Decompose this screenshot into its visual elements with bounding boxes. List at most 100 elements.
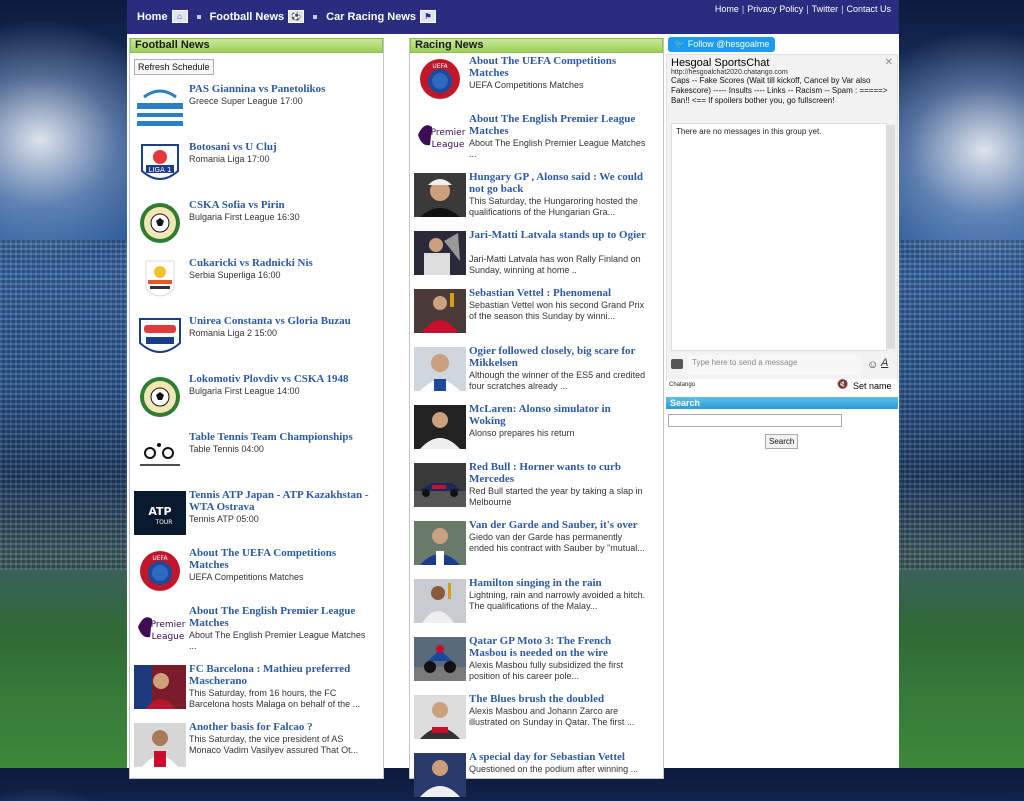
list-item[interactable]: FC Barcelona : Mathieu preferred Mascher… bbox=[134, 663, 374, 713]
svg-text:LIGA 1: LIGA 1 bbox=[149, 166, 172, 174]
list-item[interactable]: UEFA About The UEFA Competitions Matches… bbox=[414, 55, 654, 105]
list-item-title[interactable]: Another basis for Falcao ? bbox=[189, 721, 369, 733]
svg-text:Premier: Premier bbox=[151, 620, 186, 630]
stadium-crowd-left bbox=[0, 240, 130, 570]
list-item[interactable]: Hungary GP , Alonso said : We could not … bbox=[414, 171, 654, 221]
list-item[interactable]: Van der Garde and Sauber, it's over Gied… bbox=[414, 519, 654, 569]
chatango-brand[interactable]: Chatango bbox=[669, 382, 695, 388]
camera-icon[interactable] bbox=[671, 359, 683, 369]
list-item[interactable]: Unirea Constanta vs Gloria Buzau Romania… bbox=[134, 315, 374, 365]
nav-separator bbox=[196, 14, 201, 19]
chat-input-row: Type here to send a message ☺ A bbox=[669, 355, 895, 375]
list-item[interactable]: Another basis for Falcao ? This Saturday… bbox=[134, 721, 374, 771]
list-item-desc: Questioned on the podium after winning .… bbox=[469, 764, 639, 774]
list-item[interactable]: Premier League About The English Premier … bbox=[134, 605, 374, 655]
list-item-desc: This Saturday, from 16 hours, the FC Bar… bbox=[189, 688, 361, 709]
list-item[interactable]: The Blues brush the doubled Alexis Masbo… bbox=[414, 693, 654, 743]
chat-rules: Caps -- Fake Scores (Wait till kickoff, … bbox=[671, 76, 888, 105]
racing-icon: ⚑ bbox=[420, 10, 436, 23]
list-item-desc: Giedo van der Garde has permanently ende… bbox=[469, 532, 645, 553]
twitter-follow-button[interactable]: 🐦 Follow @hesgoalme bbox=[668, 37, 776, 52]
list-item[interactable]: Cukaricki vs Radnicki Nis Serbia Superli… bbox=[134, 257, 374, 307]
list-item[interactable]: McLaren: Alonso simulator in Woking Alon… bbox=[414, 403, 654, 453]
chat-url[interactable]: http://hesgoalchat2020.chatango.com bbox=[667, 69, 897, 76]
list-item[interactable]: UEFA About The UEFA Competitions Matches… bbox=[134, 547, 374, 597]
close-icon[interactable]: ✕ bbox=[885, 57, 893, 68]
list-item-title[interactable]: Table Tennis Team Championships bbox=[189, 431, 369, 443]
twitter-follow-label: Follow @hesgoalme bbox=[687, 39, 770, 49]
svg-text:UEFA: UEFA bbox=[432, 63, 448, 70]
list-item-title[interactable]: Unirea Constanta vs Gloria Buzau bbox=[189, 315, 369, 327]
list-item-desc: Alexis Masbou and Johann Zarco are illus… bbox=[469, 706, 635, 727]
nav-car-racing[interactable]: Car Racing News ⚑ bbox=[326, 10, 436, 23]
list-item-title[interactable]: Van der Garde and Sauber, it's over bbox=[469, 519, 649, 531]
list-item-title[interactable]: Jari-Matti Latvala stands up to Ogier bbox=[469, 229, 649, 241]
list-item-title[interactable]: McLaren: Alonso simulator in Woking bbox=[469, 403, 649, 427]
list-item-title[interactable]: PAS Giannina vs Panetolikos bbox=[189, 83, 369, 95]
premier-league-logo-icon: Premier League bbox=[134, 607, 186, 651]
nav-home[interactable]: Home ⌂ bbox=[137, 10, 188, 23]
list-item-desc: Table Tennis 04:00 bbox=[189, 444, 264, 454]
list-item-desc: Although the winner of the ES5 and credi… bbox=[469, 370, 646, 391]
nav-football[interactable]: Football News ⚽ bbox=[210, 10, 305, 23]
emoji-icon[interactable]: ☺ bbox=[867, 359, 878, 371]
mozzart-superliga-logo-icon bbox=[145, 260, 175, 297]
list-item-title[interactable]: FC Barcelona : Mathieu preferred Mascher… bbox=[189, 663, 369, 687]
link-home[interactable]: Home bbox=[715, 4, 739, 14]
list-item[interactable]: LIGA 1 Botosani vs U Cluj Romania Liga 1… bbox=[134, 141, 374, 191]
list-item[interactable]: Sebastian Vettel : Phenomenal Sebastian … bbox=[414, 287, 654, 337]
football-news-heading: Football News bbox=[130, 38, 383, 53]
list-item-title[interactable]: Lokomotiv Plovdiv vs CSKA 1948 bbox=[189, 373, 369, 385]
list-item-title[interactable]: Botosani vs U Cluj bbox=[189, 141, 369, 153]
list-item[interactable]: PAS Giannina vs Panetolikos Greece Super… bbox=[134, 83, 374, 133]
atp-tour-logo-icon: ATPTOUR bbox=[134, 491, 186, 535]
link-contact-us[interactable]: Contact Us bbox=[846, 4, 891, 14]
list-item[interactable]: Premier League About The English Premier … bbox=[414, 113, 654, 163]
chat-message-input[interactable]: Type here to send a message bbox=[687, 355, 861, 375]
list-item-title[interactable]: Red Bull : Horner wants to curb Mercedes bbox=[469, 461, 649, 485]
list-item-title[interactable]: Sebastian Vettel : Phenomenal bbox=[469, 287, 649, 299]
list-item-title[interactable]: About The UEFA Competitions Matches bbox=[469, 55, 649, 79]
list-item-title[interactable]: CSKA Sofia vs Pirin bbox=[189, 199, 369, 211]
list-item[interactable]: CSKA Sofia vs Pirin Bulgaria First Leagu… bbox=[134, 199, 374, 249]
list-item[interactable]: Ogier followed closely, big scare for Mi… bbox=[414, 345, 654, 395]
list-item[interactable]: A special day for Sebastian Vettel Quest… bbox=[414, 751, 654, 801]
driver-photo-icon bbox=[414, 579, 466, 623]
list-item-title[interactable]: About The English Premier League Matches bbox=[469, 113, 649, 137]
sidebar: 🐦 Follow @hesgoalme Hesgoal SportsChat ✕… bbox=[666, 37, 898, 449]
search-input[interactable] bbox=[668, 414, 842, 427]
list-item[interactable]: Hamilton singing in the rain Lightning, … bbox=[414, 577, 654, 627]
list-item-title[interactable]: A special day for Sebastian Vettel bbox=[469, 751, 649, 763]
link-privacy-policy[interactable]: Privacy Policy bbox=[747, 4, 803, 14]
list-item-desc: About The English Premier League Matches… bbox=[189, 630, 366, 651]
list-item[interactable]: Red Bull : Horner wants to curb Mercedes… bbox=[414, 461, 654, 511]
nav-racing-label: Car Racing News bbox=[326, 10, 416, 23]
list-item-title[interactable]: Hungary GP , Alonso said : We could not … bbox=[469, 171, 649, 195]
stadium-crowd-right bbox=[894, 240, 1024, 570]
svg-text:Premier: Premier bbox=[431, 128, 466, 138]
list-item-title[interactable]: Cukaricki vs Radnicki Nis bbox=[189, 257, 369, 269]
list-item-title[interactable]: The Blues brush the doubled bbox=[469, 693, 649, 705]
driver-photo-icon bbox=[414, 405, 466, 449]
list-item-title[interactable]: Hamilton singing in the rain bbox=[469, 577, 649, 589]
list-item[interactable]: Jari-Matti Latvala stands up to Ogier Ja… bbox=[414, 229, 654, 279]
football-badge-icon bbox=[140, 203, 180, 243]
list-item-title[interactable]: About The English Premier League Matches bbox=[189, 605, 369, 629]
chat-scrollbar[interactable] bbox=[887, 125, 895, 349]
link-twitter[interactable]: Twitter bbox=[812, 4, 839, 14]
list-item[interactable]: Lokomotiv Plovdiv vs CSKA 1948 Bulgaria … bbox=[134, 373, 374, 423]
list-item-title[interactable]: Tennis ATP Japan - ATP Kazakhstan - WTA … bbox=[189, 489, 369, 513]
chat-empty-message: There are no messages in this group yet. bbox=[676, 127, 822, 136]
list-item-title[interactable]: Qatar GP Moto 3: The French Masbou is ne… bbox=[469, 635, 649, 659]
mute-icon[interactable]: 🔇 bbox=[837, 379, 848, 390]
list-item-title[interactable]: About The UEFA Competitions Matches bbox=[189, 547, 369, 571]
refresh-schedule-button[interactable]: Refresh Schedule bbox=[134, 59, 214, 75]
set-name-button[interactable]: Set name bbox=[853, 381, 892, 391]
list-item-desc: Romania Liga 2 15:00 bbox=[189, 328, 278, 338]
list-item-title[interactable]: Ogier followed closely, big scare for Mi… bbox=[469, 345, 649, 369]
text-format-icon[interactable]: A bbox=[881, 357, 888, 369]
list-item[interactable]: Table Tennis Team Championships Table Te… bbox=[134, 431, 374, 481]
search-button[interactable]: Search bbox=[765, 434, 799, 449]
list-item[interactable]: Qatar GP Moto 3: The French Masbou is ne… bbox=[414, 635, 654, 685]
list-item[interactable]: ATP TOUR Tennis ATP Japan - ATP Kazakhsta… bbox=[134, 489, 374, 539]
